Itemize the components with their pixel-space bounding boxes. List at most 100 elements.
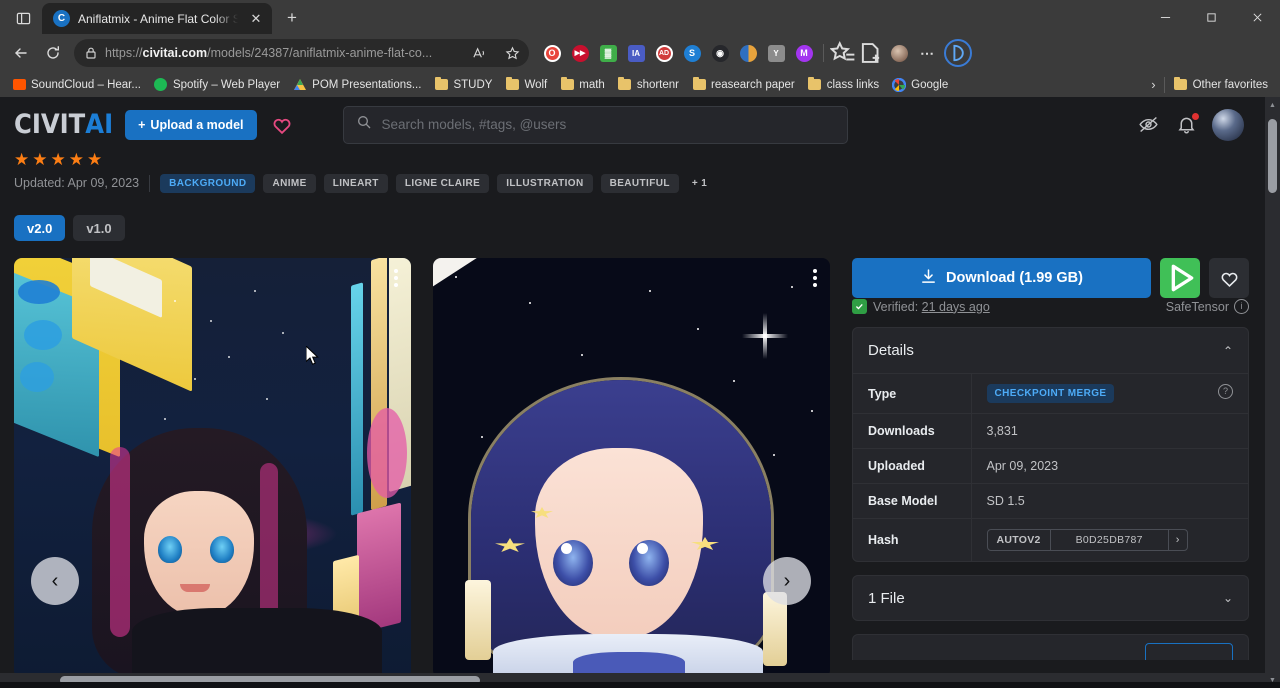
image-options-menu[interactable] [809, 265, 821, 291]
info-icon[interactable]: i [1234, 299, 1249, 314]
location-extension-icon[interactable]: ◉ [707, 40, 733, 66]
globe-extension-icon[interactable] [735, 40, 761, 66]
version-tab-v1[interactable]: v1.0 [73, 215, 124, 241]
bookmark-spotify[interactable]: Spotify – Web Player [148, 75, 286, 95]
other-favorites-button[interactable]: Other favorites [1168, 75, 1274, 95]
bookmark-class-links[interactable]: class links [802, 75, 885, 95]
add-review-button[interactable] [1145, 643, 1233, 660]
hash-value: B0D25DB787 [1051, 530, 1169, 550]
table-row: Base Model SD 1.5 [853, 484, 1248, 519]
chevron-right-icon[interactable]: › [1169, 530, 1187, 550]
gallery-next-button[interactable]: › [763, 557, 811, 605]
tag-beautiful[interactable]: BEAUTIFUL [601, 174, 679, 193]
user-avatar[interactable] [1212, 109, 1244, 141]
add-to-favorites-button[interactable] [1209, 258, 1249, 298]
add-favorite-icon[interactable] [499, 41, 525, 65]
new-tab-button[interactable]: + [277, 4, 307, 32]
bookmark-shortenr[interactable]: shortenr [612, 75, 685, 95]
tab-favicon-icon: C [53, 10, 70, 27]
tab-close-icon[interactable]: ✕ [246, 9, 266, 29]
heart-icon[interactable] [269, 112, 295, 138]
hash-widget[interactable]: AUTOV2 B0D25DB787 › [987, 529, 1188, 551]
details-key: Hash [853, 519, 971, 562]
files-title: 1 File [868, 590, 905, 607]
search-icon [356, 114, 372, 135]
close-icon[interactable] [1234, 0, 1280, 34]
bookmark-label: POM Presentations... [312, 79, 421, 91]
image-options-menu[interactable] [390, 265, 402, 291]
yandex-extension-icon[interactable]: Y [763, 40, 789, 66]
monica-extension-icon[interactable]: M [791, 40, 817, 66]
tab-actions-icon[interactable] [4, 3, 42, 33]
scroll-up-arrow[interactable]: ▲ [1265, 97, 1280, 113]
bell-icon[interactable] [1174, 113, 1198, 137]
details-title: Details [868, 342, 914, 359]
civitai-logo[interactable]: CIVITAI [14, 112, 113, 138]
more-options-icon[interactable]: ⋯ [914, 40, 940, 66]
search-bar[interactable] [343, 106, 848, 144]
chevron-right-icon[interactable]: › [1146, 77, 1160, 92]
browser-tab[interactable]: C Aniflatmix - Anime Flat Color Sty ✕ [42, 3, 272, 34]
reload-icon[interactable] [38, 38, 68, 68]
address-bar[interactable]: https://civitai.com/models/24387/aniflat… [74, 39, 529, 67]
bookmark-research-paper[interactable]: reasearch paper [686, 75, 801, 95]
collections-icon[interactable] [830, 40, 856, 66]
vertical-scrollbar[interactable]: ▲ ▼ [1265, 97, 1280, 688]
google-drive-icon [293, 78, 307, 92]
details-card-header[interactable]: Details ⌃ [853, 328, 1248, 373]
chevron-down-icon[interactable]: ⌄ [1223, 591, 1233, 605]
chevron-up-icon[interactable]: ⌃ [1223, 344, 1233, 358]
tag-illustration[interactable]: ILLUSTRATION [497, 174, 592, 193]
back-arrow-icon[interactable] [6, 38, 36, 68]
add-collection-icon[interactable] [858, 40, 884, 66]
copilot-icon[interactable] [944, 39, 972, 67]
shield-check-icon [852, 299, 867, 314]
bookmarks-divider [1164, 77, 1165, 93]
profile-avatar-icon[interactable] [886, 40, 912, 66]
bookmark-study[interactable]: STUDY [428, 75, 498, 95]
other-favorites-label: Other favorites [1193, 79, 1268, 91]
star-icon: ★ [87, 153, 102, 167]
reviews-card-partial[interactable] [852, 634, 1249, 660]
files-card-header[interactable]: 1 File ⌄ [853, 576, 1248, 620]
window-controls [1142, 0, 1280, 34]
tag-background[interactable]: BACKGROUND [160, 174, 255, 193]
maximize-icon[interactable] [1188, 0, 1234, 34]
gallery-prev-button[interactable]: ‹ [31, 557, 79, 605]
help-icon[interactable]: ? [1218, 384, 1233, 399]
read-aloud-icon[interactable] [466, 41, 492, 65]
download-icon [920, 268, 937, 289]
tags-more-button[interactable]: + 1 [687, 174, 712, 193]
safetensor-label: SafeTensor i [1166, 299, 1249, 314]
upload-a-model-button[interactable]: + Upload a model [125, 110, 256, 140]
download-button[interactable]: Download (1.99 GB) [852, 258, 1151, 298]
tag-anime[interactable]: ANIME [263, 174, 315, 193]
folder-icon [505, 78, 519, 92]
eye-off-icon[interactable] [1136, 113, 1160, 137]
tag-ligne-claire[interactable]: LIGNE CLAIRE [396, 174, 489, 193]
tampermonkey-extension-icon[interactable]: ▓ [595, 40, 621, 66]
vertical-scrollbar-thumb[interactable] [1268, 119, 1277, 193]
tag-lineart[interactable]: LINEART [324, 174, 388, 193]
opera-extension-icon[interactable]: O [539, 40, 565, 66]
version-tab-v2[interactable]: v2.0 [14, 215, 65, 241]
lock-icon [84, 46, 98, 60]
details-value: CHECKPOINT MERGE ? [971, 374, 1248, 414]
anime-neon-city-artwork[interactable] [14, 258, 411, 678]
fast-forward-extension-icon[interactable]: ▶▶ [567, 40, 593, 66]
bookmark-math[interactable]: math [554, 75, 611, 95]
search-input[interactable] [382, 117, 835, 132]
verified-date-link[interactable]: 21 days ago [922, 300, 990, 314]
internet-archive-extension-icon[interactable]: IA [623, 40, 649, 66]
rating-stars[interactable]: ★ ★ ★ ★ ★ [14, 152, 1266, 168]
shazam-extension-icon[interactable]: S [679, 40, 705, 66]
bookmark-wolf[interactable]: Wolf [499, 75, 553, 95]
bookmark-google[interactable]: Google [886, 75, 954, 95]
run-model-button[interactable] [1160, 258, 1200, 298]
bookmark-soundcloud[interactable]: SoundCloud – Hear... [6, 75, 147, 95]
type-chip[interactable]: CHECKPOINT MERGE [987, 384, 1115, 403]
adblock-extension-icon[interactable]: AD [651, 40, 677, 66]
anime-starry-night-artwork[interactable] [433, 258, 830, 678]
bookmark-pom-presentations[interactable]: POM Presentations... [287, 75, 427, 95]
minimize-icon[interactable] [1142, 0, 1188, 34]
